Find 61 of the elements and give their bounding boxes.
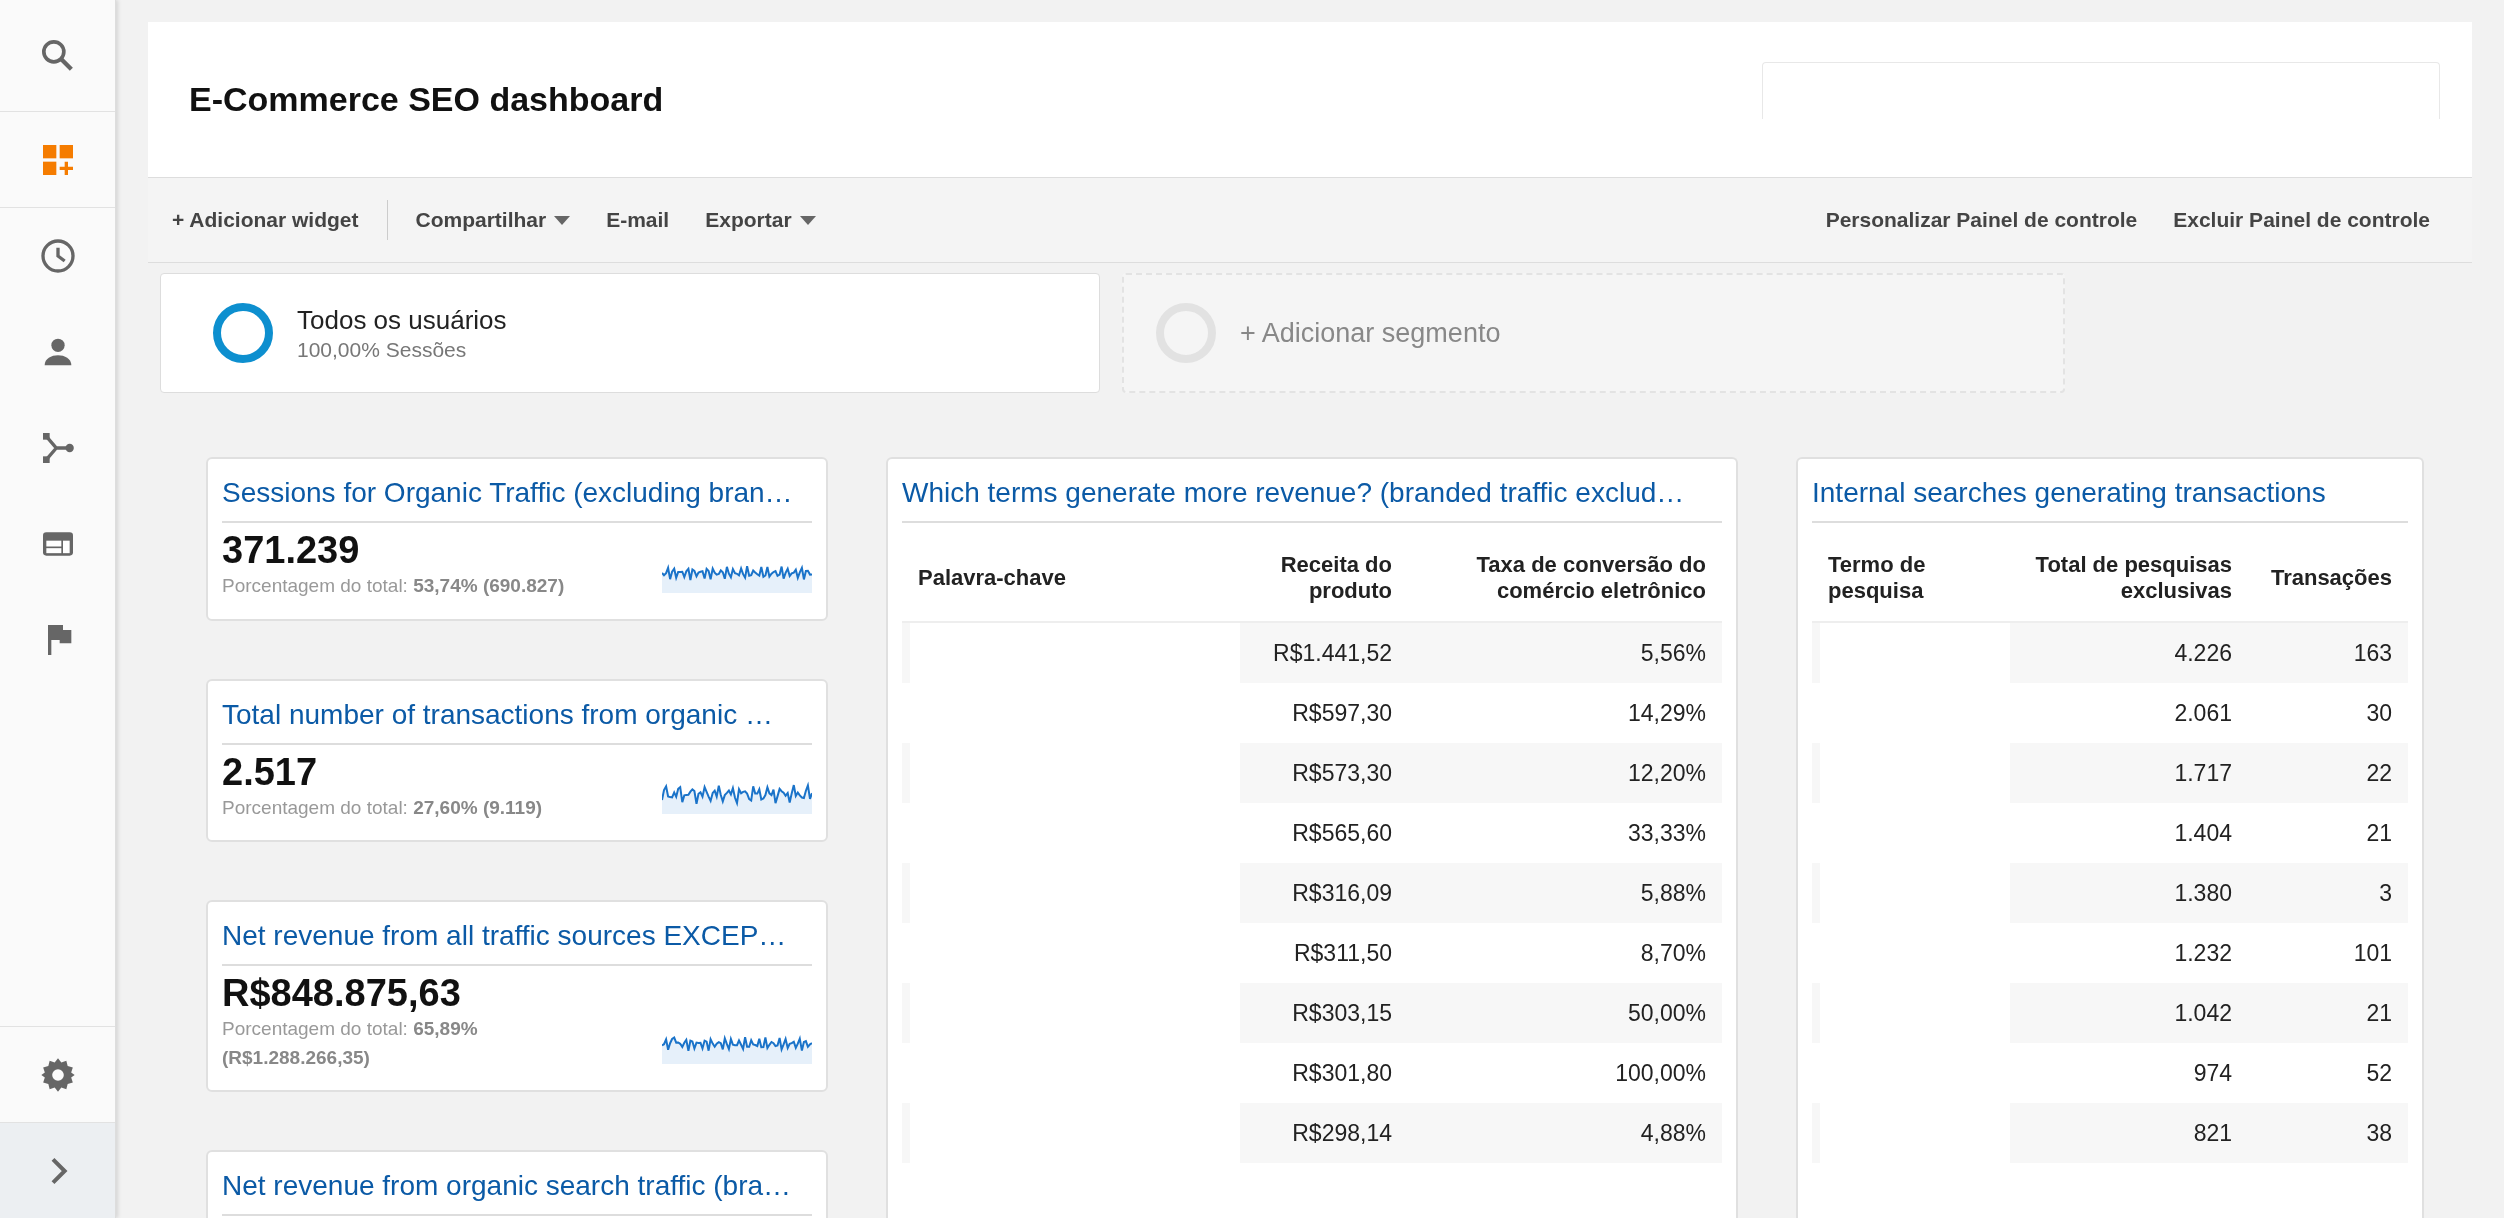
metric-value: R$848.875,63 [222,972,462,1015]
toolbar-button[interactable]: E-mail [588,208,688,232]
table-cell: 163 [2248,622,2408,683]
table-cell: 38 [2248,1103,2408,1163]
table-cell: 4,88% [1408,1103,1722,1163]
table-cell: 821 [2010,1103,2248,1163]
toolbar-button[interactable]: Personalizar Painel de controle [1807,208,2156,232]
metric-value: 371.239 [222,529,361,572]
toolbar-button[interactable]: + Adicionar widget [172,208,387,232]
table-cell: 12,20% [1408,743,1722,803]
table-cell: R$298,14 [1240,1103,1408,1163]
table-cell: 14,29% [1408,683,1722,743]
toolbar-button[interactable]: Exportar [687,208,834,232]
segment-name: Todos os usuários [297,304,507,336]
table-cell: 3 [2248,863,2408,923]
table-cell: R$301,80 [1240,1043,1408,1103]
widget-title[interactable]: Which terms generate more revenue? (branded traffic exclud… [902,473,1722,523]
widget-title[interactable]: Total number of transactions from organic … [222,694,812,745]
table-cell: 21 [2248,803,2408,863]
widget-title[interactable]: Net revenue from organic search traffic (bra… [222,1166,812,1216]
table-cell: 8,70% [1408,923,1722,983]
table-cell: R$573,30 [1240,743,1408,803]
caret-icon [799,215,816,225]
table-cell: R$597,30 [1240,683,1408,743]
percentage-of-total: Porcentagem do total: 65,89% (R$1.288.266,35) [222,1017,479,1070]
table-cell: R$311,50 [1240,923,1408,983]
toolbar-button[interactable]: Compartilhar [397,208,589,232]
table-cell: 1.404 [2010,803,2248,863]
table-cell: 30 [2248,683,2408,743]
table-cell: 50,00% [1408,983,1722,1043]
caret-icon [554,215,571,225]
table-cell: R$565,60 [1240,803,1408,863]
segment-card[interactable]: Todos os usuários 100,00% Sessões [160,273,1100,393]
table-cell: R$303,15 [1240,983,1408,1043]
dashboard-title: E-Commerce SEO dashboard [189,80,664,119]
widget-title[interactable]: Net revenue from all traffic sources EXCEP… [222,916,812,966]
ring-icon [211,301,275,365]
table-cell: 1.042 [2010,983,2248,1043]
table-cell: 1.717 [2010,743,2248,803]
table-cell: 100,00% [1408,1043,1722,1103]
table-cell: 4.226 [2010,622,2248,683]
table-cell: 52 [2248,1043,2408,1103]
segment-detail: 100,00% Sessões [297,337,468,362]
table-cell: 33,33% [1408,803,1722,863]
widget-title[interactable]: Sessions for Organic Traffic (excluding bran… [222,473,812,523]
table-cell: 101 [2248,923,2408,983]
table-cell: 5,56% [1408,622,1722,683]
metric-value: 2.517 [222,750,319,794]
table-cell: 1.232 [2010,923,2248,983]
percentage-of-total: Porcentagem do total: 53,74% (690.827) [222,574,566,598]
table-cell: 5,88% [1408,863,1722,923]
toolbar-button[interactable]: Excluir Painel de controle [2155,208,2448,232]
percentage-of-total: Porcentagem do total: 27,60% (9.119) [222,795,544,820]
widget-title[interactable]: Internal searches generating transactions [1812,473,2408,523]
table-cell: 974 [2010,1043,2248,1103]
table-cell: 1.380 [2010,863,2248,923]
table-cell: 22 [2248,743,2408,803]
table-cell: 2.061 [2010,683,2248,743]
table-cell: R$1.441,52 [1240,622,1408,683]
table-cell: R$316,09 [1240,863,1408,923]
table-cell: 21 [2248,983,2408,1043]
